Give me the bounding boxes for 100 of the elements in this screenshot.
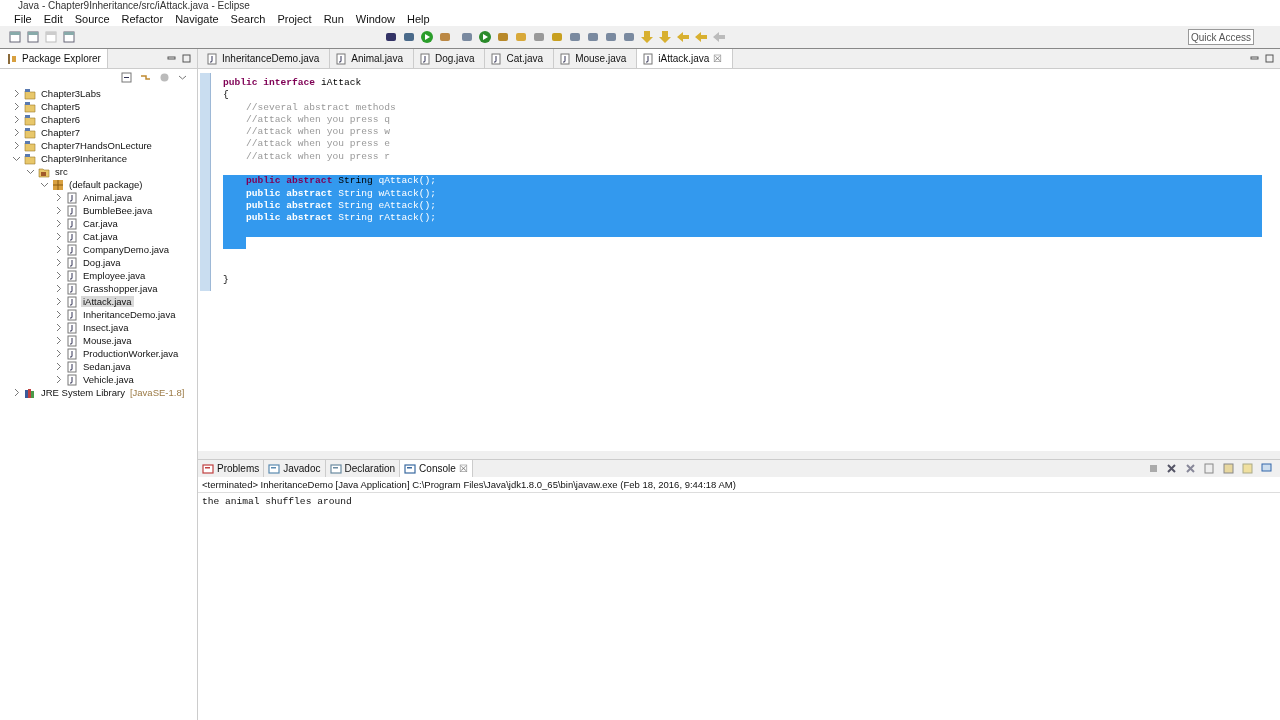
menu-item[interactable]: File [8,13,38,25]
view-tab[interactable]: Package Explorer [0,49,108,68]
menu-item[interactable]: Refactor [115,13,170,25]
collapse-all-icon[interactable] [121,72,132,83]
project-folder-icon [24,126,36,139]
java-file-icon [66,269,78,282]
tree-item[interactable]: Chapter9Inheritance [39,153,130,164]
java-file-icon [66,191,78,204]
java-file-icon [66,217,78,230]
problems-icon [202,462,214,475]
console-status: <terminated> InheritanceDemo [Java Application] C:\Program Files\Java\jdk1.8.0_65\bin\javaw.exe (Feb 18, 2016, 9:44:18 AM) [198,477,1280,493]
link-icon[interactable] [140,72,151,83]
tree-item[interactable]: Animal.java [81,192,135,203]
console-icon [404,462,417,475]
tree-item[interactable]: InheritanceDemo.java [81,309,178,320]
tree-item[interactable]: Chapter5 [39,101,83,112]
tree-item[interactable]: Car.java [81,218,120,229]
quick-access-field[interactable]: Quick Access [1188,29,1254,45]
tree-item[interactable]: Chapter7 [39,127,83,138]
view-tab[interactable]: Console ☒ [400,460,473,477]
tree-item[interactable]: JRE System Library [39,387,127,398]
view-tab[interactable]: Problems [198,460,265,477]
code-keyword: public interface [223,77,316,90]
menu-item[interactable]: Edit [37,13,69,25]
tree-item[interactable]: Cat.java [81,231,120,242]
maximize-icon[interactable] [1265,54,1274,63]
code-text: iAttack [319,77,362,90]
library-version: [JavaSE-1.8] [129,387,185,398]
menu-item[interactable]: Project [271,13,318,25]
java-file-icon [66,334,78,347]
java-file-icon [335,52,348,65]
tree-item[interactable]: Chapter7HandsOnLecture [39,140,154,151]
tree-item[interactable]: Chapter6 [39,114,83,125]
java-file-icon [559,52,572,65]
menu-item[interactable]: Window [349,13,401,25]
java-file-icon [66,282,78,295]
code-comment: //attack when you press q [245,113,390,127]
package-explorer-icon [6,52,18,65]
tree-item[interactable]: Dog.java [81,257,123,268]
editor-tab[interactable]: iAttack.java ☒ [637,49,734,68]
project-folder-icon [24,152,36,165]
minimize-icon[interactable] [167,54,176,63]
java-file-icon [66,360,78,373]
code-text: String [337,175,374,188]
menu-item[interactable]: Run [317,13,350,25]
tree-item[interactable]: Grasshopper.java [81,283,160,294]
java-file-icon [66,308,78,321]
tree-item[interactable]: src [53,166,70,177]
tree-item[interactable]: Employee.java [81,270,148,281]
tree-item[interactable]: iAttack.java [81,296,134,307]
menu-item[interactable]: Help [401,13,436,25]
code-keyword: public abstract [245,175,333,188]
tree-item[interactable]: ProductionWorker.java [81,348,181,359]
java-file-icon [66,230,78,243]
java-file-icon [642,52,655,65]
document-icon[interactable] [8,30,22,44]
java-file-icon [66,243,78,256]
close-icon[interactable] [1166,463,1177,474]
view-title: Package Explorer [22,53,101,64]
project-folder-icon [24,113,36,126]
view-tab[interactable]: Javadoc [264,460,326,477]
java-file-icon [66,295,78,308]
remove-all-icon[interactable] [1185,463,1196,474]
menu-item[interactable]: Navigate [169,13,225,25]
java-file-icon [419,52,431,65]
code-comment: //several abstract methods [245,101,396,114]
tree-item[interactable]: Vehicle.java [81,374,136,385]
tree-item[interactable]: Mouse.java [81,335,134,346]
run-icon[interactable] [420,30,434,44]
tree-item[interactable]: CompanyDemo.java [81,244,172,255]
window-title: Java - Chapter9Inheritance/src/iAttack.java - Eclipse [18,0,250,11]
menu-item[interactable]: Source [68,13,116,25]
tree-item[interactable]: Insect.java [81,322,131,333]
java-file-icon [66,204,78,217]
document-icon[interactable] [62,30,76,44]
project-folder-icon [24,100,36,113]
stop-icon[interactable] [1149,464,1158,473]
library-icon [24,386,36,399]
refresh-icon[interactable] [478,30,492,44]
java-file-icon [66,373,78,386]
filter-icon[interactable] [159,72,170,83]
clear-console-icon[interactable] [1204,463,1215,474]
code-comment: //attack when you press e [245,138,390,151]
display-console-icon[interactable] [1261,463,1272,474]
tree-item[interactable]: Chapter3Labs [39,88,103,99]
minimize-icon[interactable] [1250,54,1259,63]
menu-item[interactable]: Search [224,13,272,25]
source-folder-icon [38,165,50,178]
scroll-lock-icon[interactable] [1223,463,1234,474]
code-comment: //attack when you press r [245,150,390,164]
code-text: qAttack(); [378,175,437,188]
code-comment: //attack when you press w [245,126,390,139]
maximize-icon[interactable] [182,54,191,63]
code-text: { [223,89,229,102]
java-file-icon [206,52,218,65]
tree-item[interactable]: Sedan.java [81,361,133,372]
document-icon[interactable] [26,30,40,44]
console-output: the animal shuffles around [201,495,353,509]
tree-item[interactable]: (default package) [67,179,145,190]
tree-item[interactable]: BumbleBee.java [81,205,155,216]
